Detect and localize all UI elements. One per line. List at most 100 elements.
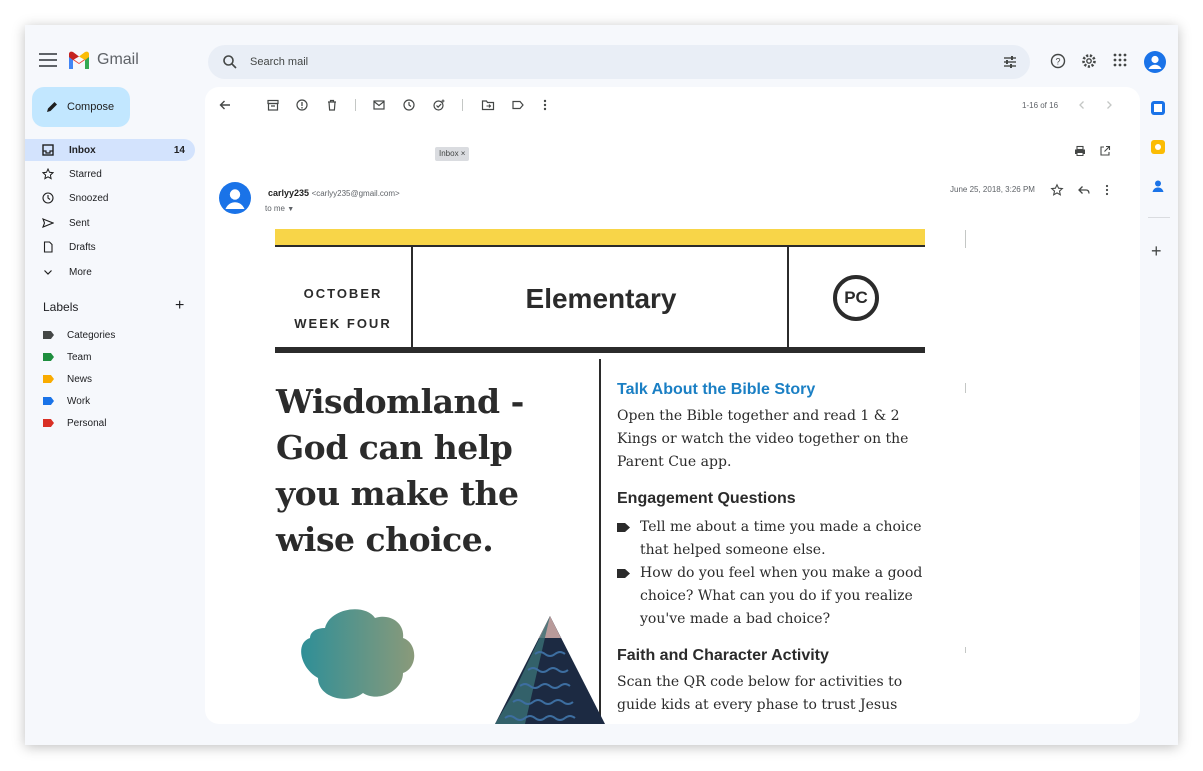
- open-new-window-icon[interactable]: [1098, 144, 1112, 158]
- sidebar-item-starred[interactable]: Starred: [25, 163, 195, 185]
- labels-heading: Labels: [43, 300, 79, 314]
- header-divider: [787, 247, 789, 349]
- label-item-text: Personal: [67, 418, 107, 429]
- label-tag-icon: [43, 353, 54, 361]
- help-icon[interactable]: ?: [1050, 53, 1066, 69]
- sidebar-item-snoozed[interactable]: Snoozed: [25, 187, 195, 209]
- file-icon: [43, 241, 53, 253]
- gmail-logo[interactable]: Gmail: [67, 51, 139, 69]
- svg-text:?: ?: [1055, 57, 1060, 67]
- user-icon: [1148, 55, 1162, 69]
- compose-button[interactable]: Compose: [32, 87, 130, 127]
- add-label-button[interactable]: +: [175, 297, 184, 315]
- faith-activity-text: Scan the QR code below for activities to…: [617, 674, 903, 713]
- sidebar-item-sent[interactable]: Sent: [25, 212, 195, 234]
- gmail-m-icon: [69, 51, 89, 69]
- search-icon[interactable]: [222, 54, 238, 70]
- calendar-icon[interactable]: [1151, 101, 1165, 115]
- inbox-icon: [42, 144, 54, 156]
- label-item-news[interactable]: News: [25, 369, 195, 389]
- sidebar-item-label: Inbox: [69, 145, 96, 156]
- move-to-folder-icon[interactable]: [481, 98, 495, 112]
- week-label: WEEK FOUR: [294, 316, 392, 331]
- newsletter-title: Elementary: [525, 283, 677, 314]
- rail-divider: [1148, 217, 1170, 218]
- mark-unread-mail-icon[interactable]: [372, 98, 386, 112]
- account-avatar[interactable]: [1144, 51, 1166, 73]
- sidebar-item-label: Snoozed: [69, 193, 109, 204]
- content-edge-mark: [965, 647, 966, 653]
- toolbar-divider: [462, 99, 463, 111]
- newsletter-header: OCTOBER WEEK FOUR Elementary PC: [275, 245, 925, 353]
- chevron-down-icon: [44, 270, 52, 275]
- sender-avatar[interactable]: [219, 182, 251, 214]
- label-item-work[interactable]: Work: [25, 391, 195, 411]
- pencil-icon: [47, 102, 57, 112]
- report-spam-icon[interactable]: [295, 98, 309, 112]
- faith-activity-heading: Faith and Character Activity: [617, 647, 829, 664]
- label-item-categories[interactable]: Categories: [25, 325, 195, 345]
- label-item-text: Work: [67, 396, 91, 407]
- list-item: How do you feel when you make a good cho…: [617, 562, 925, 631]
- sender-name[interactable]: carlyy235: [268, 188, 309, 198]
- recipient-label: to me: [265, 204, 286, 213]
- apps-grid-icon[interactable]: [1113, 53, 1127, 67]
- label-item-text: Categories: [67, 330, 116, 341]
- inbox-label-chip[interactable]: Inbox ×: [435, 147, 470, 161]
- story-details-column: Talk About the Bible Story Open the Bibl…: [617, 369, 925, 717]
- get-addons-button[interactable]: +: [1151, 241, 1162, 262]
- label-tag-icon: [43, 397, 54, 405]
- sidebar-item-drafts[interactable]: Drafts: [25, 236, 195, 258]
- engagement-questions-heading: Engagement Questions: [617, 490, 796, 507]
- bible-story-text: Open the Bible together and read 1 & 2 K…: [617, 408, 909, 470]
- label-tag-icon[interactable]: [511, 98, 525, 112]
- settings-gear-icon[interactable]: [1081, 53, 1097, 69]
- pagination-count: 1-16 of 16: [1022, 101, 1059, 110]
- label-item-text: Team: [67, 352, 92, 363]
- toolbar-divider: [355, 99, 356, 111]
- bible-story-heading: Talk About the Bible Story: [617, 381, 816, 398]
- story-headline: Wisdomland - God can help you make the w…: [276, 382, 524, 559]
- caret-down-icon: ▼: [287, 206, 295, 213]
- recipient-details-toggle[interactable]: to me ▼: [265, 204, 294, 213]
- more-vertical-icon[interactable]: [1100, 183, 1114, 197]
- contacts-icon[interactable]: [1151, 179, 1165, 193]
- add-to-tasks-icon[interactable]: [432, 98, 446, 112]
- star-icon: [42, 168, 54, 180]
- label-item-personal[interactable]: Personal: [25, 413, 195, 433]
- list-item: Tell me about a time you made a choice t…: [617, 516, 925, 562]
- label-item-team[interactable]: Team: [25, 347, 195, 367]
- chevron-left-icon[interactable]: [1075, 98, 1089, 112]
- sidebar-item-more[interactable]: More: [25, 261, 195, 283]
- message-pane: 1-16 of 16 Inbox × carlyy235 <carlyy235@…: [205, 87, 1140, 724]
- gmail-window: Gmail Search mail ? Compose Inbox 14 Sta…: [25, 25, 1178, 745]
- reply-icon[interactable]: [1077, 183, 1091, 197]
- snooze-clock-icon[interactable]: [402, 98, 416, 112]
- question-text: Tell me about a time you made a choice t…: [640, 519, 922, 558]
- parent-cue-logo: PC: [833, 275, 879, 321]
- main-menu-icon[interactable]: [39, 53, 57, 67]
- label-item-text: News: [67, 374, 93, 385]
- print-icon[interactable]: [1073, 144, 1087, 158]
- search-input[interactable]: Search mail: [250, 56, 308, 68]
- back-arrow-icon[interactable]: [218, 98, 232, 112]
- sidebar-item-label: Starred: [69, 169, 102, 180]
- more-vertical-icon[interactable]: [538, 98, 552, 112]
- sidebar-item-inbox[interactable]: Inbox 14: [25, 139, 195, 161]
- search-options-icon[interactable]: [1002, 54, 1018, 70]
- delete-trash-icon[interactable]: [325, 98, 339, 112]
- star-icon[interactable]: [1050, 183, 1064, 197]
- compose-label: Compose: [67, 101, 115, 113]
- month-week-label: OCTOBER WEEK FOUR: [275, 279, 411, 339]
- label-tag-icon: [43, 331, 54, 339]
- send-icon: [42, 218, 54, 228]
- archive-icon[interactable]: [266, 98, 280, 112]
- chevron-right-icon[interactable]: [1102, 98, 1116, 112]
- content-edge-mark: [965, 230, 966, 248]
- sender-email: <carlyy235@gmail.com>: [311, 189, 400, 198]
- email-body: OCTOBER WEEK FOUR Elementary PC Wisdomla…: [275, 229, 925, 724]
- search-bar[interactable]: Search mail: [208, 45, 1030, 79]
- keep-notes-icon[interactable]: [1151, 140, 1165, 154]
- label-tag-icon: [43, 375, 54, 383]
- cloud-illustration-icon: [301, 609, 415, 699]
